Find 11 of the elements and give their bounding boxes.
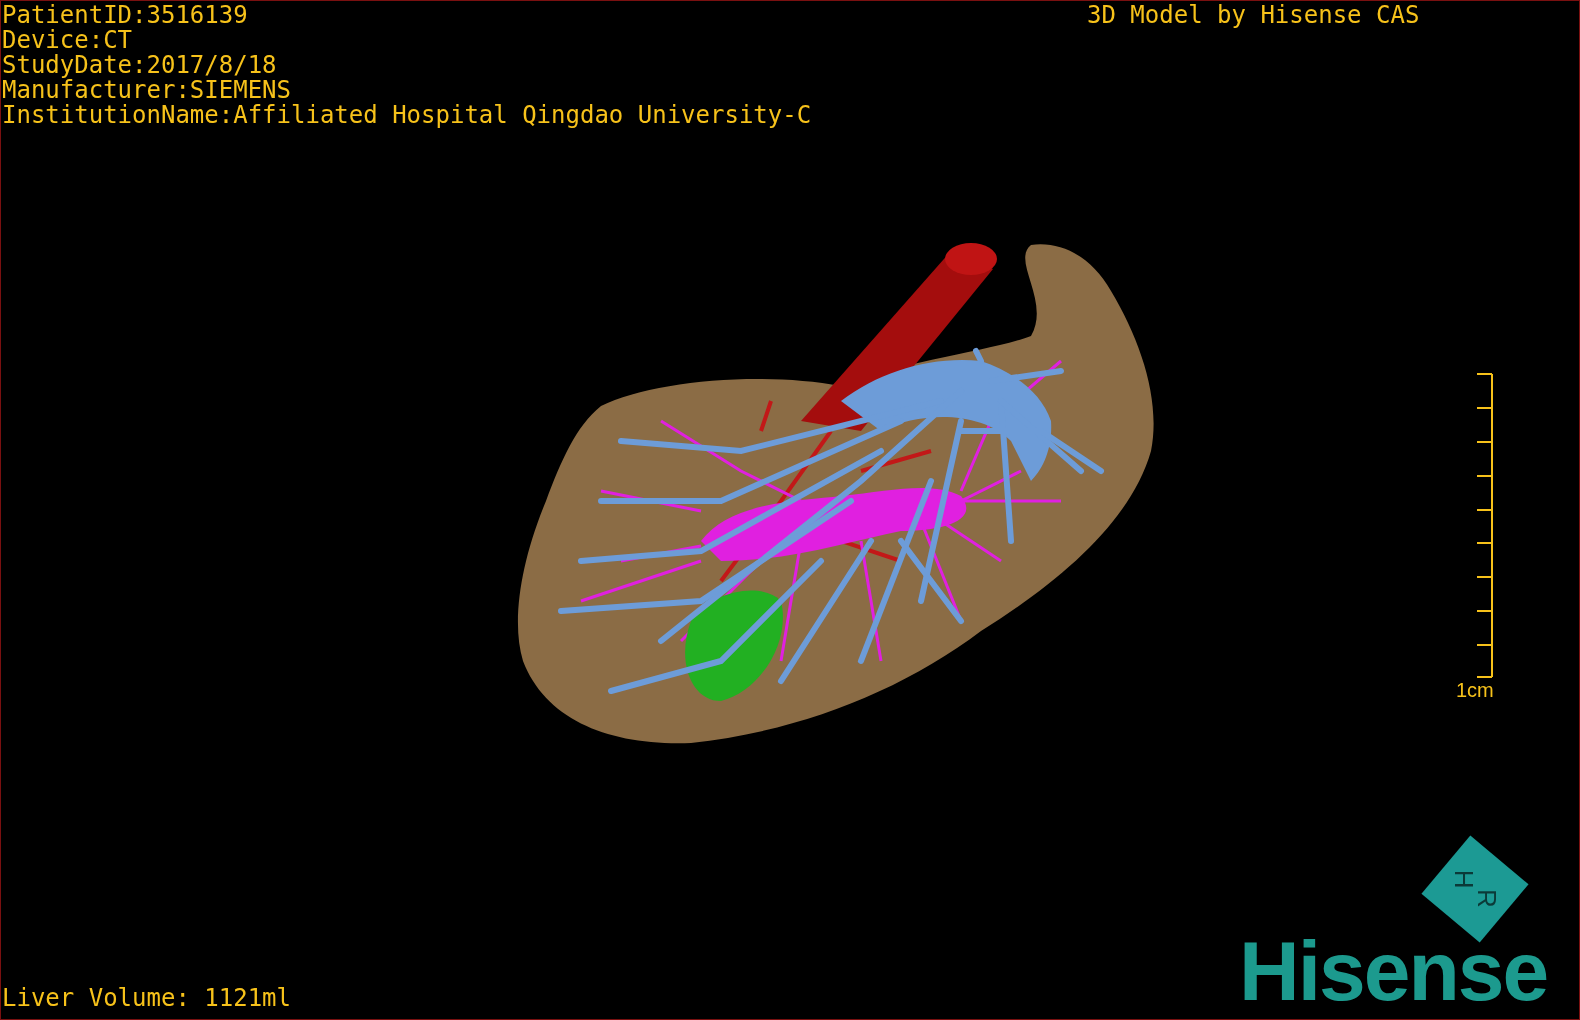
- scale-label: 1cm: [1456, 679, 1494, 701]
- patient-info-line: PatientID:3516139: [2, 3, 249, 28]
- cube-face-letter: H: [1450, 869, 1477, 889]
- patient-info-line: InstitutionName:Affiliated Hospital Qingdao University-C: [2, 103, 812, 128]
- brand-logo: Hisense: [1239, 931, 1548, 1011]
- cube-face-letter: R: [1473, 889, 1500, 909]
- viewer-title: 3D Model by Hisense CAS: [1087, 3, 1420, 28]
- patient-info-line: Device:CT: [2, 28, 134, 53]
- patient-info-line: StudyDate:2017/8/18: [2, 53, 277, 78]
- patient-info-line: Manufacturer:SIEMENS: [2, 78, 292, 103]
- liver-volume: Liver Volume: 1121ml: [2, 986, 291, 1011]
